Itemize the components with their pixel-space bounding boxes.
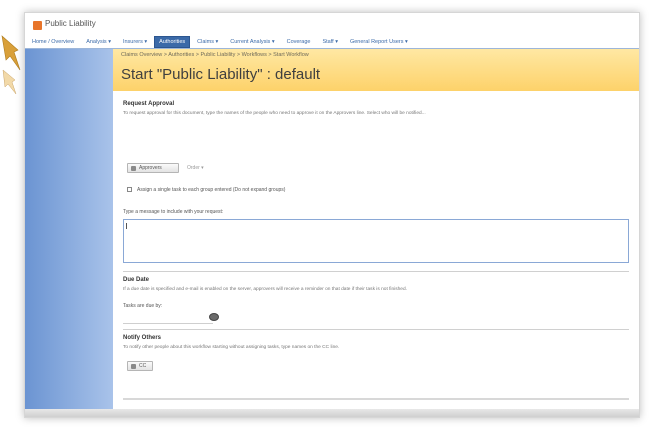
app-header: Public Liability Home / Overview Analysi…: [25, 13, 639, 49]
address-book-icon: [131, 363, 136, 369]
cc-button-label: CC: [139, 363, 147, 369]
approvers-button[interactable]: Approvers: [127, 163, 179, 173]
section-divider: [123, 329, 629, 330]
tab-current-analysis[interactable]: Current Analysis ▾: [225, 36, 279, 48]
notify-others-heading: Notify Others: [123, 335, 162, 341]
due-date-field-label: Tasks are due by:: [123, 303, 163, 309]
tab-claims[interactable]: Claims ▾: [192, 36, 223, 48]
cc-button[interactable]: CC: [127, 361, 153, 371]
due-date-input[interactable]: [123, 313, 213, 324]
tab-authorities[interactable]: Authorities: [154, 35, 191, 48]
notify-others-description: To notify other people about this workfl…: [123, 345, 340, 350]
title-area: Claims Overview > Authorities > Public L…: [113, 49, 639, 92]
due-date-description: If a due date is specified and e-mail is…: [123, 287, 407, 292]
approvers-order-link[interactable]: Order ▾: [187, 165, 204, 171]
tab-coverage[interactable]: Coverage: [282, 36, 316, 48]
request-approval-heading: Request Approval: [123, 101, 175, 107]
tab-insurers[interactable]: Insurers ▾: [118, 36, 152, 48]
form-footer-divider: [123, 398, 629, 400]
request-approval-description: To request approval for this document, t…: [123, 111, 426, 116]
address-book-icon: [131, 165, 136, 171]
tab-staff[interactable]: Staff ▾: [317, 36, 343, 48]
app-logo-icon: [33, 21, 42, 30]
breadcrumb[interactable]: Claims Overview > Authorities > Public L…: [121, 52, 309, 58]
message-label: Type a message to include with your requ…: [123, 209, 224, 215]
workflow-form: Request Approval To request approval for…: [113, 91, 639, 417]
message-textarea[interactable]: [123, 219, 629, 263]
bottom-bar: [25, 409, 639, 417]
left-sidebar: [25, 49, 113, 417]
app-title: Public Liability: [45, 19, 96, 28]
section-divider: [123, 271, 629, 272]
page-title: Start "Public Liability" : default: [121, 66, 321, 83]
single-task-checkbox-label: Assign a single task to each group enter…: [137, 187, 286, 193]
tab-home[interactable]: Home / Overview: [27, 36, 79, 48]
text-caret: [126, 223, 127, 229]
tab-analysis[interactable]: Analysis ▾: [81, 36, 116, 48]
single-task-checkbox[interactable]: [127, 187, 132, 192]
top-navigation: Home / Overview Analysis ▾ Insurers ▾ Au…: [25, 35, 639, 49]
decorative-arrow-icon: [1, 35, 21, 95]
calendar-icon[interactable]: [209, 313, 219, 321]
due-date-heading: Due Date: [123, 277, 150, 283]
app-window: Public Liability Home / Overview Analysi…: [24, 12, 640, 418]
tab-general-report-users[interactable]: General Report Users ▾: [345, 36, 413, 48]
approvers-button-label: Approvers: [139, 165, 162, 171]
